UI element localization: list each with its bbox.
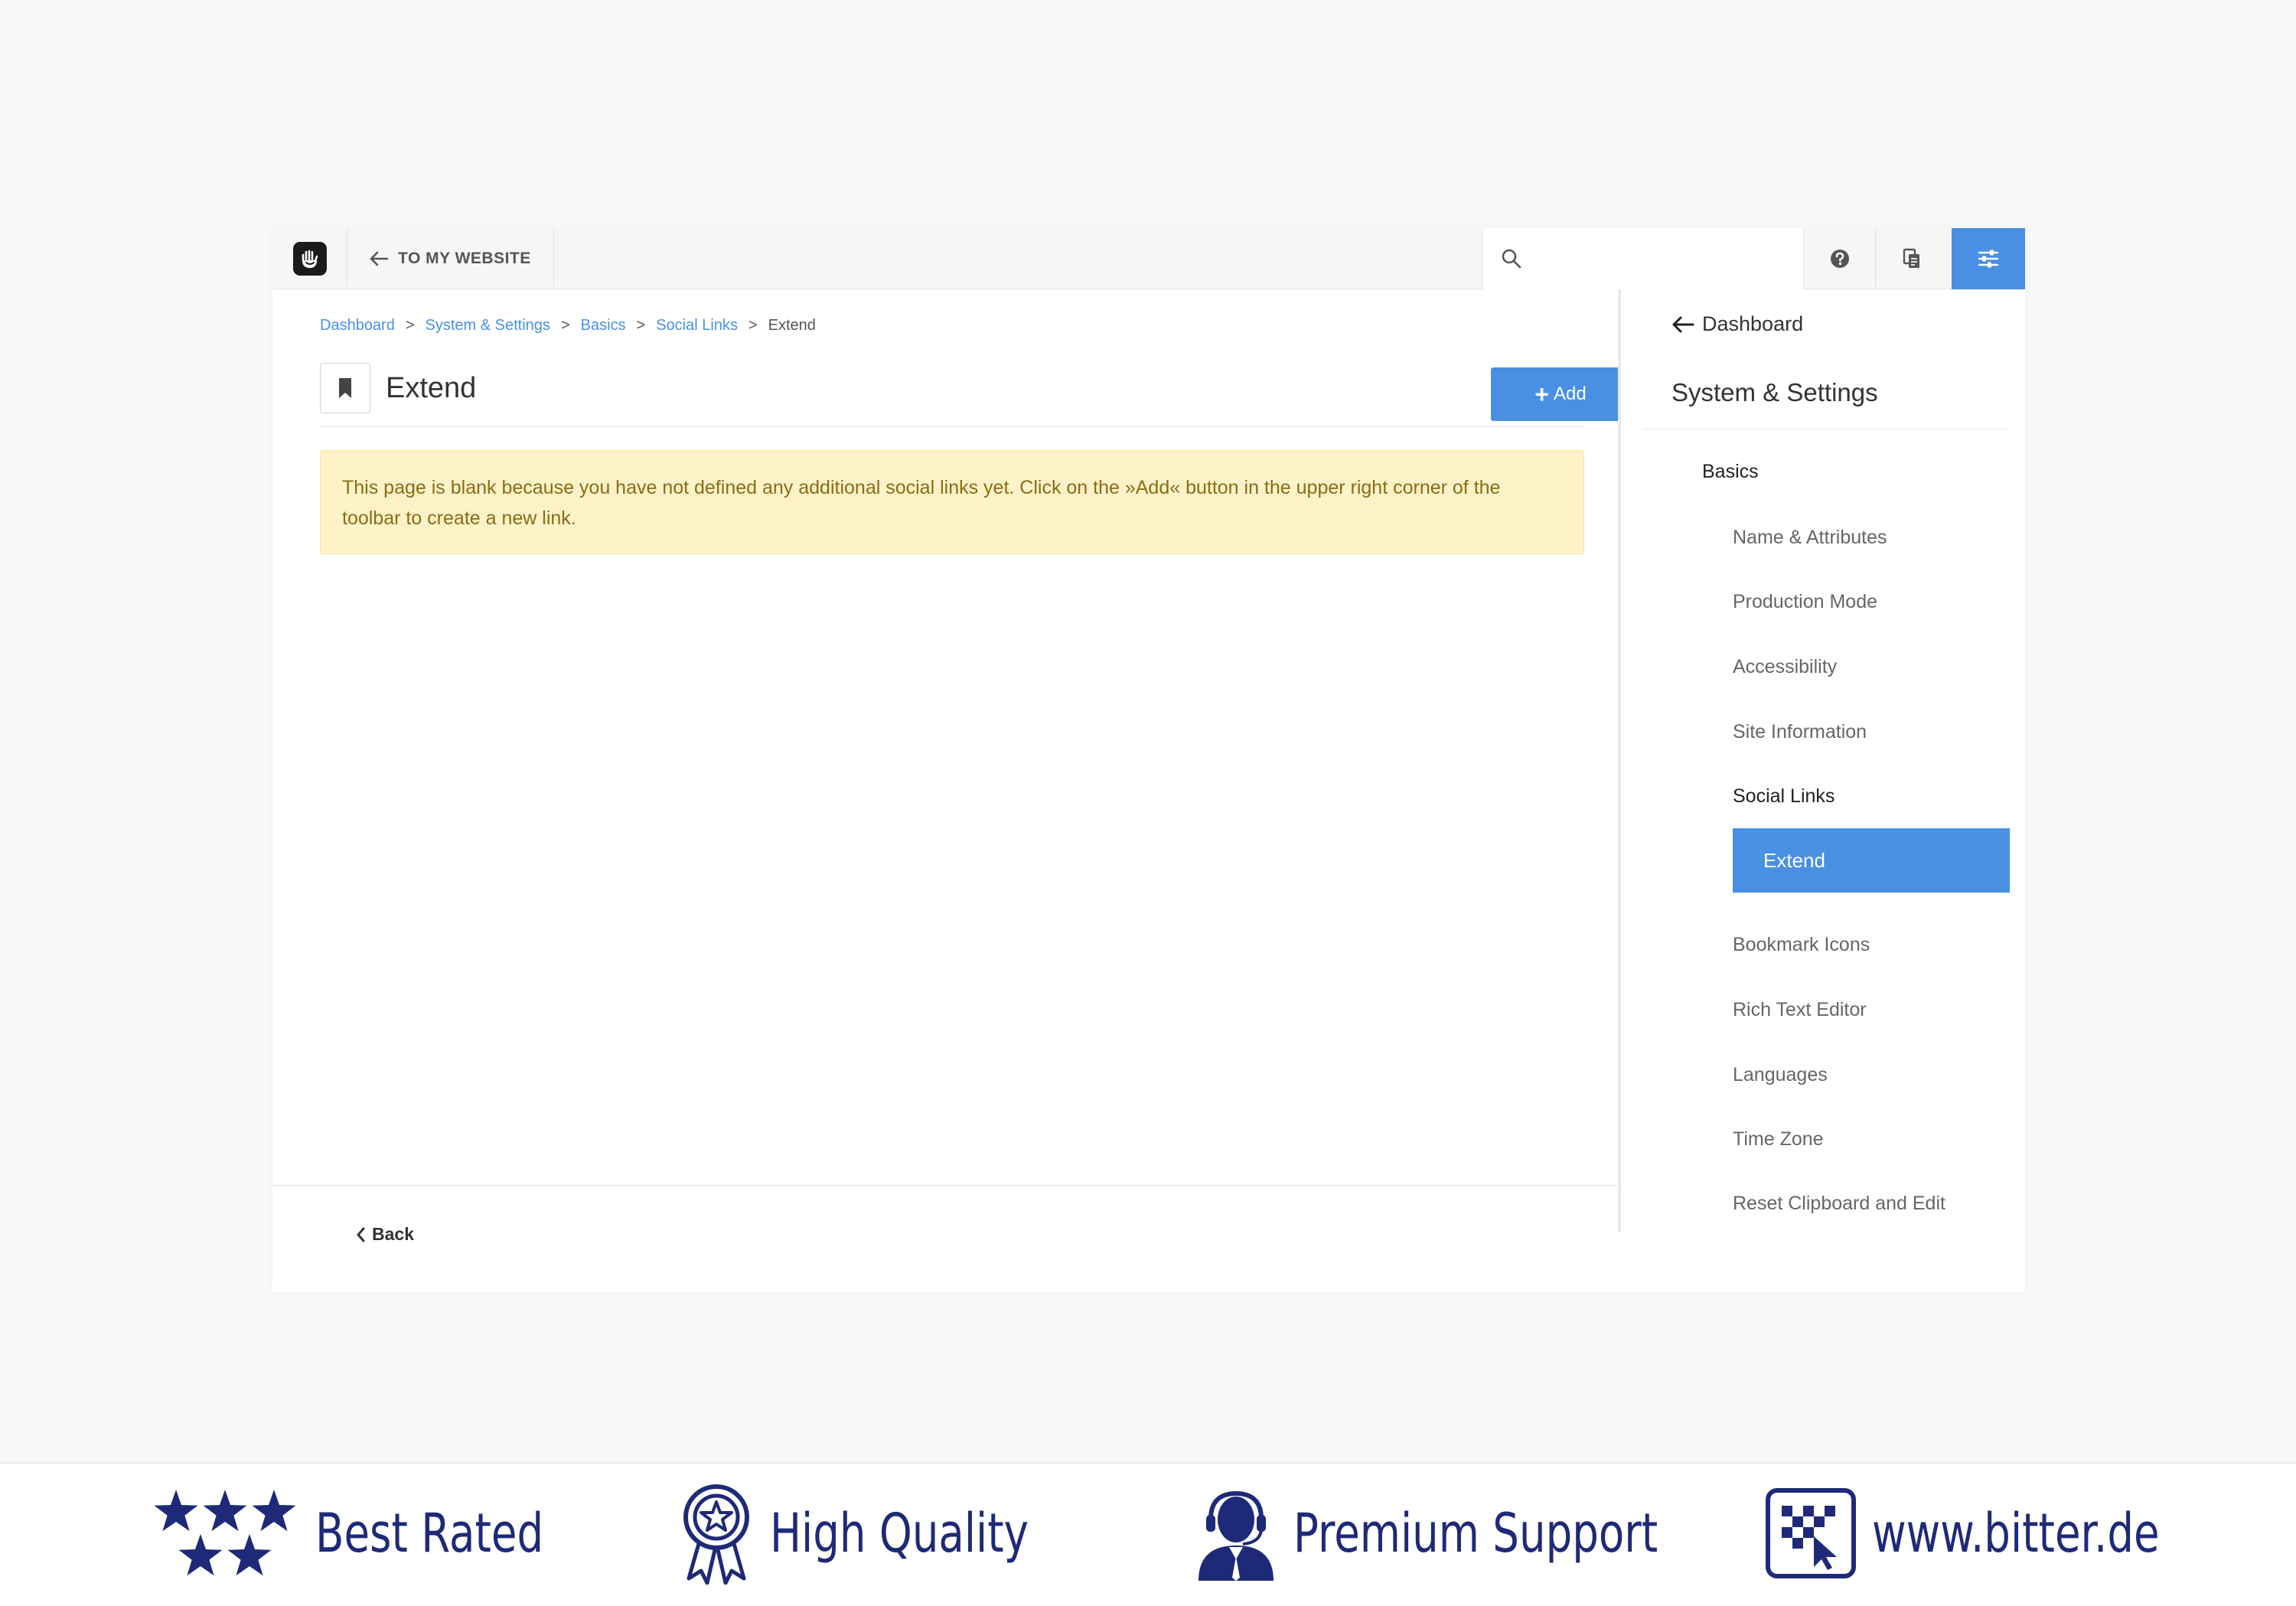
badge-premium-support: Premium Support	[1194, 1484, 1760, 1583]
breadcrumb-separator: >	[560, 317, 570, 334]
nav-extend[interactable]: Extend	[1733, 828, 2010, 893]
breadcrumb-basics[interactable]: Basics	[581, 317, 626, 335]
concrete-logo-icon[interactable]	[292, 242, 327, 276]
bitter-logo-icon	[1766, 1488, 1856, 1578]
page-header: Extend + Add	[320, 363, 1630, 427]
info-alert: This page is blank because you have not …	[320, 450, 1584, 554]
main-content: Dashboard > System & Settings > Basics >…	[272, 289, 1630, 1292]
support-agent-icon	[1199, 1490, 1274, 1581]
breadcrumb-dashboard[interactable]: Dashboard	[320, 317, 395, 335]
help-icon	[1830, 250, 1849, 268]
nav-site-information[interactable]: Site Information	[1733, 721, 1867, 743]
search-input[interactable]	[1533, 249, 1793, 269]
settings-button[interactable]	[1952, 228, 2025, 289]
stars-icon	[154, 1490, 296, 1576]
badge-best-rated: Best Rated	[150, 1484, 608, 1583]
promo-badges: Best Rated High Quality Premium Support	[0, 1462, 2296, 1606]
badge-high-quality: High Quality	[678, 1484, 1101, 1585]
to-my-website-button[interactable]: TO MY WEBSITE	[347, 228, 554, 289]
nav-accessibility[interactable]: Accessibility	[1733, 656, 1837, 678]
add-button-label: Add	[1553, 384, 1587, 404]
bookmark-icon	[339, 378, 351, 398]
sitemap-button[interactable]	[1875, 228, 1947, 289]
plus-icon: +	[1534, 380, 1549, 408]
nav-basics[interactable]: Basics	[1702, 461, 1759, 483]
logo-cell[interactable]	[272, 228, 347, 289]
breadcrumb-current: Extend	[768, 317, 816, 334]
search-box[interactable]	[1482, 228, 1803, 289]
panel-title: System & Settings	[1671, 378, 1878, 406]
add-button[interactable]: + Add	[1491, 367, 1630, 421]
chevron-left-icon	[357, 1227, 365, 1242]
pages-icon	[1903, 248, 1919, 268]
badge-label: www.bitter.de	[1872, 1502, 2160, 1565]
page-title: Extend	[386, 372, 477, 404]
badge-label: Best Rated	[315, 1502, 544, 1565]
panel-dashboard-link[interactable]: Dashboard	[1671, 312, 1803, 336]
panel-dashboard-label: Dashboard	[1702, 312, 1804, 335]
main-footer: Back	[272, 1185, 1618, 1292]
sliders-icon	[1978, 250, 1999, 268]
nav-name-attributes[interactable]: Name & Attributes	[1733, 527, 1887, 549]
nav-time-zone[interactable]: Time Zone	[1733, 1128, 1824, 1151]
breadcrumb-system-settings[interactable]: System & Settings	[426, 317, 550, 335]
breadcrumb-separator: >	[748, 317, 758, 334]
breadcrumb: Dashboard > System & Settings > Basics >…	[320, 317, 816, 335]
bookmark-button[interactable]	[320, 363, 370, 413]
toolbar: TO MY WEBSITE	[272, 228, 2025, 289]
nav-bookmark-icons[interactable]: Bookmark Icons	[1733, 934, 1870, 956]
help-button[interactable]	[1803, 228, 1875, 289]
nav-reset-clipboard[interactable]: Reset Clipboard and Edit	[1733, 1193, 1945, 1215]
badge-label: Premium Support	[1293, 1502, 1658, 1565]
badge-bitter: www.bitter.de	[1765, 1484, 2241, 1583]
breadcrumb-separator: >	[405, 317, 415, 334]
arrow-left-icon	[1672, 316, 1694, 332]
to-my-website-label: TO MY WEBSITE	[398, 250, 531, 267]
search-icon	[1502, 249, 1521, 269]
award-ribbon-icon	[683, 1484, 749, 1585]
badge-label: High Quality	[770, 1502, 1029, 1565]
nav-social-links[interactable]: Social Links	[1733, 785, 1835, 808]
back-label: Back	[372, 1224, 414, 1244]
dashboard-panel: Dashboard System & Settings Basics Name …	[1618, 289, 2025, 1232]
nav-rich-text-editor[interactable]: Rich Text Editor	[1733, 999, 1867, 1021]
nav-production-mode[interactable]: Production Mode	[1733, 591, 1877, 613]
admin-window: TO MY WEBSITE Dashboard > System & Setti…	[272, 228, 2025, 1292]
back-button[interactable]: Back	[355, 1224, 414, 1245]
breadcrumb-separator: >	[636, 317, 646, 334]
nav-languages[interactable]: Languages	[1733, 1064, 1828, 1086]
arrow-left-icon	[370, 251, 389, 266]
breadcrumb-social-links[interactable]: Social Links	[656, 317, 738, 335]
